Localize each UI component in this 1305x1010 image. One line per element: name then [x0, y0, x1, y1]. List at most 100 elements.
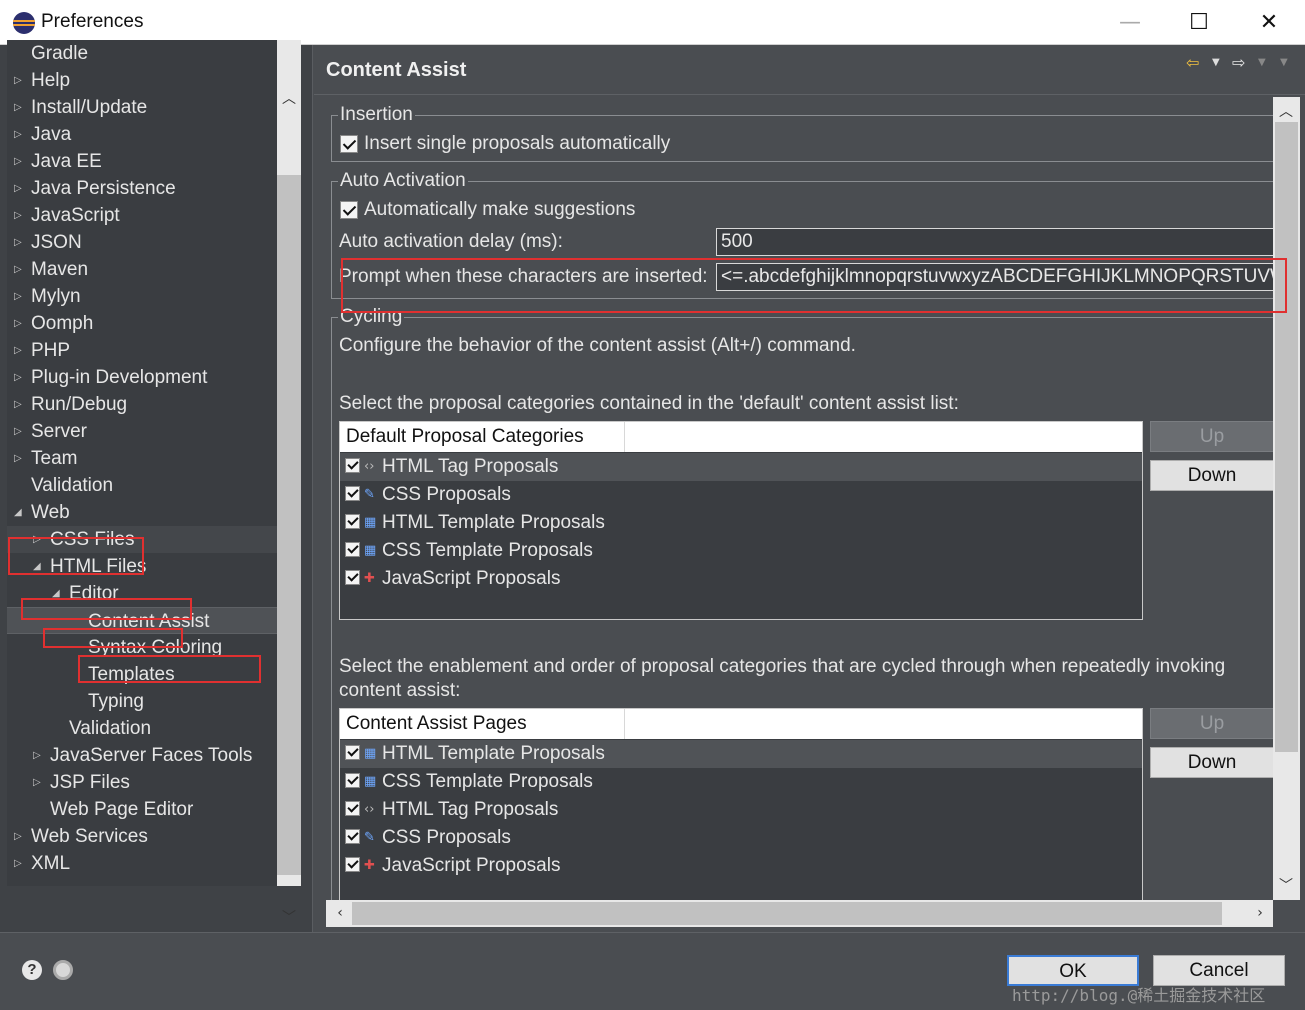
- collapsed-twisty-icon[interactable]: ▷: [14, 67, 22, 94]
- tree-item[interactable]: ▷ Server: [7, 418, 277, 445]
- collapsed-twisty-icon[interactable]: ▷: [14, 148, 22, 175]
- tree-item[interactable]: ▷ JavaScript: [7, 202, 277, 229]
- tree-item[interactable]: ▷ Web Services: [7, 823, 277, 850]
- collapsed-twisty-icon[interactable]: ▷: [14, 391, 22, 418]
- row-checkbox[interactable]: [345, 570, 360, 585]
- collapsed-twisty-icon[interactable]: ▷: [14, 418, 22, 445]
- tree-item[interactable]: Gradle: [7, 40, 277, 67]
- collapsed-twisty-icon[interactable]: ▷: [14, 850, 22, 877]
- collapsed-twisty-icon[interactable]: ▷: [14, 202, 22, 229]
- scroll-down-icon[interactable]: ﹀: [1274, 874, 1298, 898]
- tree-item[interactable]: Typing: [7, 688, 277, 715]
- forward-menu-icon[interactable]: ▼: [1258, 57, 1266, 68]
- row-checkbox[interactable]: [345, 542, 360, 557]
- default-categories-header[interactable]: Default Proposal Categories: [340, 422, 625, 452]
- row-checkbox[interactable]: [345, 773, 360, 788]
- scroll-down-icon[interactable]: ﹀: [277, 906, 301, 930]
- tree-item[interactable]: ▷ JSON: [7, 229, 277, 256]
- tree-item[interactable]: ▷ Java: [7, 121, 277, 148]
- tree-item-label: Gradle: [31, 43, 89, 64]
- forward-arrow-icon[interactable]: ⇨: [1232, 53, 1245, 72]
- tree-item[interactable]: ▷ Plug-in Development: [7, 364, 277, 391]
- table-row[interactable]: ✎ CSS Proposals: [340, 824, 1142, 852]
- import-export-icon[interactable]: [53, 960, 73, 980]
- tree-item[interactable]: Web Page Editor: [7, 796, 277, 823]
- row-checkbox[interactable]: [345, 829, 360, 844]
- tree-item[interactable]: ▷ JavaServer Faces Tools: [7, 742, 277, 769]
- collapsed-twisty-icon[interactable]: ▷: [14, 229, 22, 256]
- collapsed-twisty-icon[interactable]: ▷: [33, 742, 41, 769]
- insert-single-checkbox[interactable]: [340, 135, 358, 153]
- maximize-button[interactable]: ☐: [1164, 0, 1234, 45]
- row-checkbox[interactable]: [345, 801, 360, 816]
- expanded-twisty-icon[interactable]: ◢: [14, 499, 22, 526]
- collapsed-twisty-icon[interactable]: ▷: [14, 283, 22, 310]
- table-row[interactable]: ▦ HTML Template Proposals: [340, 509, 1142, 537]
- table-row[interactable]: ▦ CSS Template Proposals: [340, 768, 1142, 796]
- collapsed-twisty-icon[interactable]: ▷: [14, 256, 22, 283]
- collapsed-twisty-icon[interactable]: ▷: [14, 175, 22, 202]
- row-checkbox[interactable]: [345, 514, 360, 529]
- help-icon[interactable]: ?: [22, 960, 42, 980]
- collapsed-twisty-icon[interactable]: ▷: [33, 769, 41, 796]
- row-checkbox[interactable]: [345, 486, 360, 501]
- tree-item[interactable]: ▷ PHP: [7, 337, 277, 364]
- tree-item[interactable]: ▷ JSP Files: [7, 769, 277, 796]
- row-checkbox[interactable]: [345, 857, 360, 872]
- back-menu-icon[interactable]: ▼: [1212, 57, 1220, 68]
- page-header: Content Assist ⇦ ▼ ⇨ ▼ ▼: [314, 45, 1305, 95]
- collapsed-twisty-icon[interactable]: ▷: [14, 121, 22, 148]
- close-button[interactable]: ✕: [1234, 0, 1304, 45]
- collapsed-twisty-icon[interactable]: ▷: [14, 94, 22, 121]
- collapsed-twisty-icon[interactable]: ▷: [14, 823, 22, 850]
- scroll-up-icon[interactable]: ︿: [1274, 100, 1298, 124]
- delay-input[interactable]: 500: [716, 228, 1273, 256]
- minimize-button[interactable]: —: [1095, 0, 1165, 45]
- tree-item[interactable]: ▷ Team: [7, 445, 277, 472]
- scroll-up-icon[interactable]: ︿: [277, 87, 301, 111]
- table-row[interactable]: ▦ HTML Template Proposals: [340, 740, 1142, 768]
- pages-down-button[interactable]: Down: [1150, 747, 1273, 778]
- tree-item[interactable]: ◢ Web: [7, 499, 277, 526]
- pages-header[interactable]: Content Assist Pages: [340, 709, 625, 739]
- page-horizontal-scrollbar-thumb[interactable]: [352, 902, 1222, 925]
- view-menu-icon[interactable]: ▼: [1280, 57, 1288, 68]
- tree-item[interactable]: Validation: [7, 715, 277, 742]
- table-row[interactable]: ✚ JavaScript Proposals: [340, 852, 1142, 880]
- collapsed-twisty-icon[interactable]: ▷: [14, 310, 22, 337]
- tree-item-label: Validation: [31, 475, 114, 496]
- collapsed-twisty-icon[interactable]: ▷: [14, 445, 22, 472]
- auto-suggest-checkbox[interactable]: [340, 201, 358, 219]
- tree-item[interactable]: ▷ Run/Debug: [7, 391, 277, 418]
- collapsed-twisty-icon[interactable]: ▷: [14, 364, 22, 391]
- table-row[interactable]: ✎ CSS Proposals: [340, 481, 1142, 509]
- tree-item-label: JSON: [31, 232, 82, 253]
- default-down-button[interactable]: Down: [1150, 460, 1273, 491]
- tree-item[interactable]: ▷ Oomph: [7, 310, 277, 337]
- back-arrow-icon[interactable]: ⇦: [1186, 53, 1199, 72]
- tree-item[interactable]: ▷ Java Persistence: [7, 175, 277, 202]
- row-checkbox[interactable]: [345, 458, 360, 473]
- table-row[interactable]: ▦ CSS Template Proposals: [340, 537, 1142, 565]
- tree-item[interactable]: ▷ Install/Update: [7, 94, 277, 121]
- scroll-left-icon[interactable]: ‹: [328, 901, 352, 925]
- default-up-button[interactable]: Up: [1150, 421, 1273, 452]
- javascript-icon: ✚: [364, 858, 375, 873]
- page-vertical-scrollbar-thumb[interactable]: [1275, 122, 1298, 752]
- tree-item[interactable]: ▷ Java EE: [7, 148, 277, 175]
- table-row[interactable]: ‹› HTML Tag Proposals: [340, 453, 1142, 481]
- tree-item[interactable]: ▷ XML: [7, 850, 277, 877]
- collapsed-twisty-icon[interactable]: ▷: [14, 337, 22, 364]
- tree-item[interactable]: Validation: [7, 472, 277, 499]
- row-checkbox[interactable]: [345, 745, 360, 760]
- tree-scrollbar-thumb[interactable]: [277, 175, 301, 875]
- tree-item[interactable]: ▷ Mylyn: [7, 283, 277, 310]
- pages-up-button[interactable]: Up: [1150, 708, 1273, 739]
- row-label: CSS Template Proposals: [382, 540, 593, 561]
- scroll-right-icon[interactable]: ›: [1248, 901, 1272, 925]
- tree-item[interactable]: ▷ Maven: [7, 256, 277, 283]
- table-row[interactable]: ‹› HTML Tag Proposals: [340, 796, 1142, 824]
- tree-item[interactable]: ▷ Help: [7, 67, 277, 94]
- table-row[interactable]: ✚ JavaScript Proposals: [340, 565, 1142, 593]
- css-icon: ✎: [364, 487, 375, 502]
